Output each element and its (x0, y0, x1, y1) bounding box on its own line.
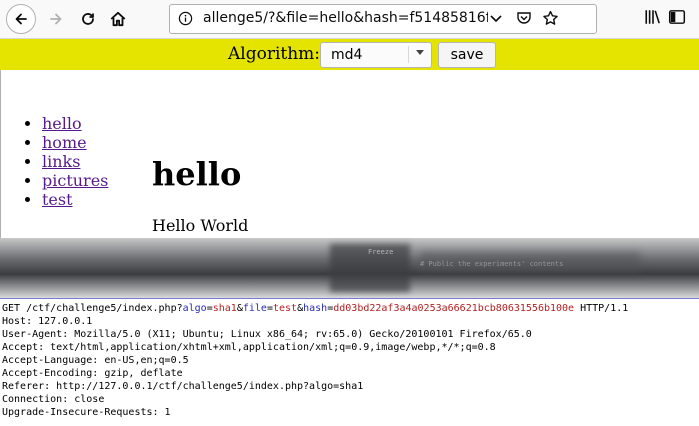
nav-item: test (42, 190, 108, 209)
algorithm-bar: Algorithm: md4 save (0, 39, 699, 70)
param-key: hash (303, 303, 328, 314)
browser-toolbar: allenge5/?&file=hello&hash=f51485816f1 (0, 0, 699, 39)
nav-link-home[interactable]: home (42, 133, 87, 152)
algorithm-select-value: md4 (331, 47, 363, 63)
pocket-icon[interactable] (516, 10, 532, 30)
nav-link-test[interactable]: test (42, 190, 73, 209)
page-content: hello home links pictures test hello Hel… (0, 70, 699, 238)
request-header-accept-encoding: Accept-Encoding: gzip, deflate (2, 368, 183, 379)
http-request-panel: GET /ctf/challenge5/index.php?algo=sha1&… (0, 298, 699, 426)
request-header-host: Host: 127.0.0.1 (2, 316, 93, 327)
request-protocol: HTTP/1.1 (574, 303, 629, 314)
algorithm-label: Algorithm: (228, 44, 321, 64)
request-header-referer: Referer: http://127.0.0.1/ctf/challenge5… (2, 381, 364, 392)
algorithm-select[interactable]: md4 (320, 42, 432, 68)
home-icon (110, 11, 126, 27)
nav-link-hello[interactable]: hello (42, 114, 82, 133)
strip-text-freeze: Freeze (368, 248, 394, 256)
reload-button[interactable] (74, 5, 102, 33)
address-bar[interactable]: allenge5/?&file=hello&hash=f51485816f1 (169, 4, 597, 34)
nav-item: home (42, 133, 108, 152)
param-value: test (273, 303, 298, 314)
nav-list: hello home links pictures test (23, 114, 108, 209)
request-header-upgrade-insecure: Upgrade-Insecure-Requests: 1 (2, 407, 171, 418)
save-button[interactable]: save (438, 42, 496, 68)
blurred-background-strip: Freeze # Public the experiments' content… (0, 238, 699, 298)
strip-text-comment: # Public the experiments' contents (420, 260, 564, 268)
arrow-left-icon (15, 13, 27, 25)
home-button[interactable] (104, 5, 132, 33)
request-header-connection: Connection: close (2, 394, 105, 405)
select-divider (408, 46, 409, 63)
param-value: sha1 (212, 303, 237, 314)
arrow-right-icon (50, 13, 62, 25)
page-body-text: Hello World (152, 216, 249, 235)
library-icon[interactable] (644, 8, 662, 30)
bookmark-star-icon[interactable] (542, 10, 559, 31)
forward-button[interactable] (42, 5, 70, 33)
reload-icon (82, 13, 94, 25)
sidebar-icon[interactable] (668, 8, 686, 30)
nav-item: links (42, 152, 108, 171)
request-method-path: GET /ctf/challenge5/index.php? (2, 303, 183, 314)
dropdown-arrow-icon (416, 50, 424, 55)
page-title: hello (152, 155, 242, 193)
nav-link-links[interactable]: links (42, 152, 80, 171)
back-button[interactable] (6, 4, 36, 34)
nav-link-pictures[interactable]: pictures (42, 171, 108, 190)
chevron-down-icon[interactable] (488, 10, 504, 30)
request-header-user-agent: User-Agent: Mozilla/5.0 (X11; Ubuntu; Li… (2, 329, 532, 340)
info-icon[interactable] (178, 11, 193, 30)
request-header-accept-language: Accept-Language: en-US,en;q=0.5 (2, 355, 189, 366)
param-key: algo (182, 303, 207, 314)
request-line: GET /ctf/challenge5/index.php?algo=sha1&… (2, 303, 628, 314)
nav-item: hello (42, 114, 108, 133)
url-text[interactable]: allenge5/?&file=hello&hash=f51485816f1 (203, 10, 488, 26)
request-header-accept: Accept: text/html,application/xhtml+xml,… (2, 342, 496, 353)
param-value: dd03bd22af3a4a0253a66621bcb80631556b100e (333, 303, 575, 314)
nav-item: pictures (42, 171, 108, 190)
param-key: file (242, 303, 267, 314)
